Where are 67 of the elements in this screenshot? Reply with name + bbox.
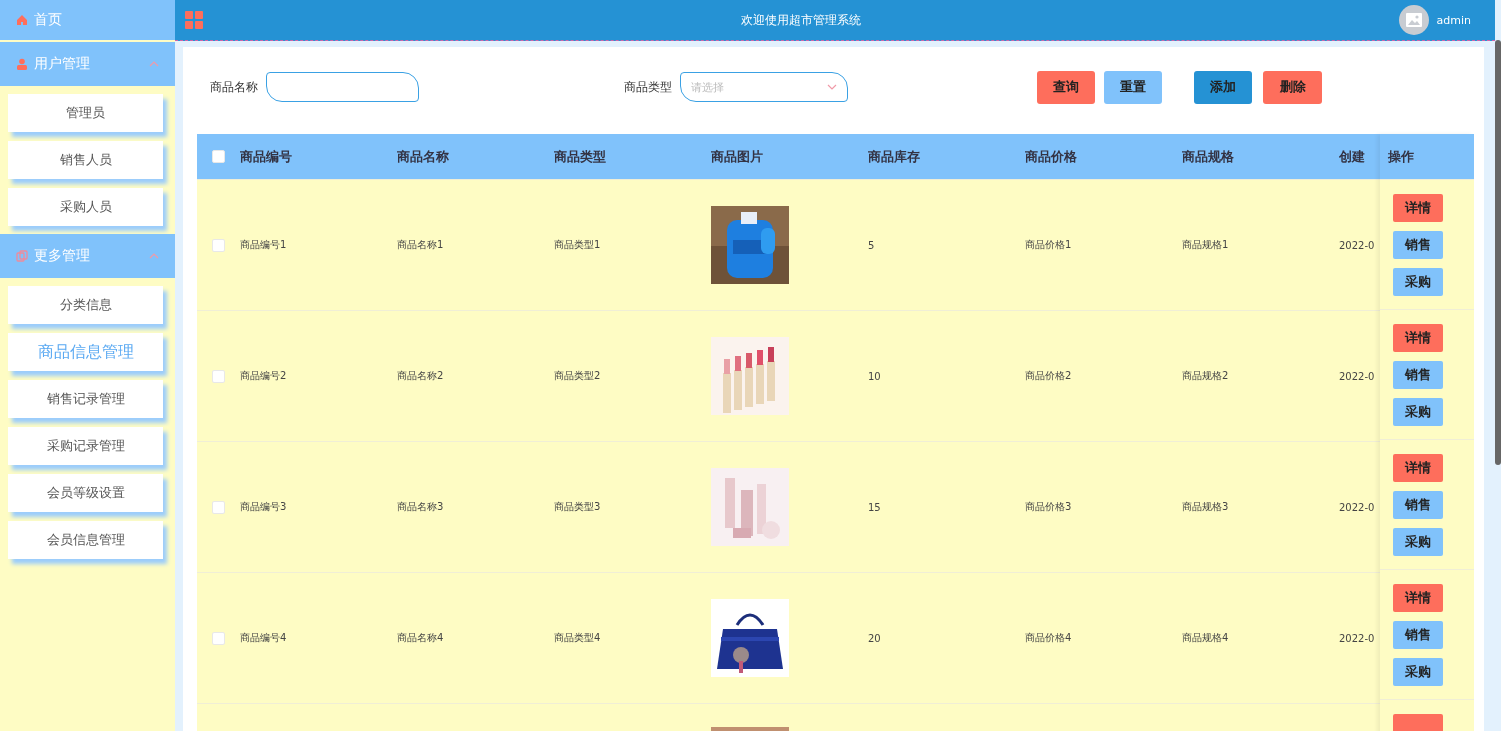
table-cell-text: 商品规格2 xyxy=(1182,369,1230,383)
table-cell-text: 商品名称1 xyxy=(397,238,445,252)
table-cell-text: 商品价格1 xyxy=(1025,238,1073,252)
column-header: 商品类型 xyxy=(554,147,607,166)
table-cell-text: 商品编号4 xyxy=(240,631,288,645)
table-cell-text: 商品价格4 xyxy=(1025,631,1073,645)
row-action-button[interactable]: 销售 xyxy=(1393,361,1443,389)
sidebar-item[interactable]: 管理员 xyxy=(8,94,163,132)
column-header: 商品名称 xyxy=(397,147,450,166)
table-cell-text: 商品价格2 xyxy=(1025,369,1073,383)
row-action-button[interactable]: 详情 xyxy=(1393,454,1443,482)
sidebar-item[interactable]: 采购记录管理 xyxy=(8,427,163,465)
row-action-button[interactable]: 销售 xyxy=(1393,491,1443,519)
row-action-button[interactable]: 详情 xyxy=(1393,194,1443,222)
table-cell-text: 商品价格3 xyxy=(1025,500,1073,514)
row-action-button[interactable]: 销售 xyxy=(1393,231,1443,259)
table-cell-text: 2022-0 xyxy=(1339,239,1376,251)
sidebar-item[interactable]: 会员信息管理 xyxy=(8,521,163,559)
field-label: 商品类型 xyxy=(624,78,672,96)
row-action-button[interactable]: 采购 xyxy=(1393,528,1443,556)
table-cell-text: 15 xyxy=(868,501,882,513)
table-cell-text: 2022-0 xyxy=(1339,632,1376,644)
table-cell-text: 商品名称4 xyxy=(397,631,445,645)
table-cell-text: 商品编号1 xyxy=(240,238,288,252)
action-button[interactable]: 重置 xyxy=(1104,70,1162,104)
table-cell-text: 5 xyxy=(868,239,876,251)
group-label: 用户管理 xyxy=(34,55,91,73)
action-button[interactable]: 添加 xyxy=(1194,70,1252,104)
table-cell-text: 商品规格1 xyxy=(1182,238,1230,252)
group-label: 首页 xyxy=(34,11,63,29)
table-cell-text: 商品名称3 xyxy=(397,500,445,514)
table-cell-text: 10 xyxy=(868,370,882,382)
sidebar-item[interactable]: 会员等级设置 xyxy=(8,474,163,512)
column-header: 创建 xyxy=(1339,147,1366,166)
table-cell-text: 商品规格4 xyxy=(1182,631,1230,645)
table-cell-text: 商品规格3 xyxy=(1182,500,1230,514)
column-header: 商品库存 xyxy=(868,147,921,166)
row-action-button[interactable]: 销售 xyxy=(1393,621,1443,649)
column-header: 商品图片 xyxy=(711,147,764,166)
app-title: 欢迎使用超市管理系统 xyxy=(739,11,862,29)
column-header: 商品价格 xyxy=(1025,147,1078,166)
table-cell-text: 商品类型1 xyxy=(554,238,602,252)
group-label: 更多管理 xyxy=(34,247,91,265)
sidebar-item[interactable]: 采购人员 xyxy=(8,188,163,226)
field-label: 商品名称 xyxy=(210,78,258,96)
table-cell-text: 商品类型3 xyxy=(554,500,602,514)
column-header: 操作 xyxy=(1388,147,1414,166)
row-action-button[interactable]: 采购 xyxy=(1393,658,1443,686)
action-button[interactable]: 查询 xyxy=(1037,70,1095,104)
row-action-button[interactable]: 详情 xyxy=(1393,584,1443,612)
row-action-button[interactable]: 详情 xyxy=(1393,324,1443,352)
sidebar-item[interactable]: 分类信息 xyxy=(8,286,163,324)
table-cell-text: 2022-0 xyxy=(1339,370,1376,382)
action-button[interactable]: 删除 xyxy=(1263,70,1322,104)
sidebar-item[interactable]: 销售记录管理 xyxy=(8,380,163,418)
table-cell-text: 20 xyxy=(868,632,882,644)
column-header: 商品编号 xyxy=(240,147,293,166)
table-cell-text: 商品类型2 xyxy=(554,369,602,383)
table-cell-text: 2022-0 xyxy=(1339,501,1376,513)
table-cell-text: 商品类型4 xyxy=(554,631,602,645)
table-cell-text: 商品编号2 xyxy=(240,369,288,383)
table-cell-text: 商品名称2 xyxy=(397,369,445,383)
sidebar-item[interactable]: 销售人员 xyxy=(8,141,163,179)
row-action-button[interactable]: 采购 xyxy=(1393,268,1443,296)
column-header: 商品规格 xyxy=(1182,147,1235,166)
row-action-button[interactable]: 采购 xyxy=(1393,398,1443,426)
table-cell-text: 商品编号3 xyxy=(240,500,288,514)
